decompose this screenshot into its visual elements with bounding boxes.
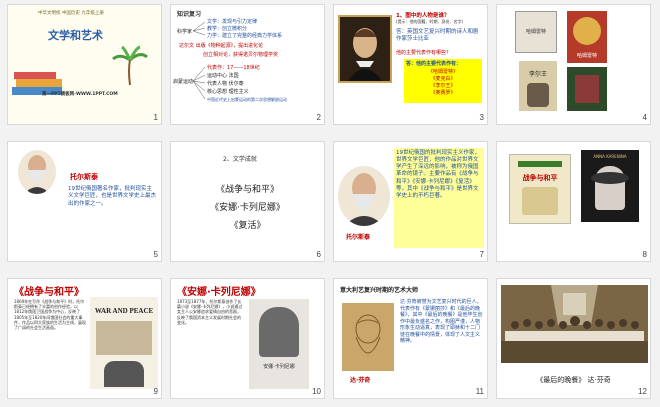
footer-text: 第一PPT模板网-WWW.1PPT.COM <box>42 92 118 97</box>
slide-number: 8 <box>642 250 647 259</box>
slide-title: 文学和艺术 <box>48 29 103 42</box>
name-label: 托尔斯泰 <box>70 173 98 181</box>
slide-heading: 意大利艺复兴时期的艺术大师 <box>340 287 419 294</box>
shakespeare-portrait <box>338 15 392 83</box>
caption: 达·芬奇 <box>350 377 371 384</box>
slide-number: 1 <box>153 113 158 122</box>
work-item: 《哈姆雷特》 <box>427 69 458 75</box>
description: 达·芬奇被誉为文艺复兴时代的巨人，代表作有《蒙娜丽莎》和《最后的晚餐》，其中《最… <box>400 299 483 344</box>
row-4: 达尔文 出版《物种起源》，提出进化论 <box>179 43 264 49</box>
slide-number: 11 <box>475 387 484 396</box>
book-cover-anna-karenina: ANNA KARENINA <box>581 150 639 222</box>
tree-diagram: 科学家 启蒙运动 文学：发现与引力定律 教学：创立微积分 力学：建立了完整的经典… <box>173 17 323 117</box>
book-cover-3: 李尔王 <box>519 61 557 111</box>
work-item: 《李尔王》 <box>430 83 456 89</box>
branch-label-scientist: 科学家 <box>177 29 193 35</box>
slide-number: 12 <box>638 387 647 396</box>
palm-tree-icon <box>110 45 150 89</box>
slide-title: 《战争与和平》 <box>14 287 84 298</box>
row-1: 文学：发现与引力定律 <box>207 19 258 25</box>
work-title: 《安娜·卡列尼娜》 <box>210 203 285 213</box>
slide-number: 2 <box>316 113 321 122</box>
slide-thumbnail-2[interactable]: 知识复习 科学家 启蒙运动 文学：发现与引力定律 教学：创立微积分 力学：建立了… <box>170 4 325 125</box>
slide-thumbnail-10[interactable]: 《安娜·卡列尼娜》 1873至1877年，托尔斯泰创作了长篇小说《安娜·卡列尼娜… <box>170 278 325 399</box>
row-8: 代表人物 伏尔泰 <box>207 81 244 87</box>
slide-thumbnail-8[interactable]: 战争与和平 ANNA KARENINA 8 <box>496 141 651 262</box>
book-cover-2: 哈姆雷特 <box>567 11 607 63</box>
slide-title: 《安娜·卡列尼娜》 <box>177 287 261 298</box>
book-cover-war-and-peace: 战争与和平 <box>509 154 571 224</box>
work-item: 《麦克白》 <box>430 76 456 82</box>
slide-number: 4 <box>642 113 647 122</box>
slide-thumbnail-3[interactable]: 1、图中的人物是谁？ (提示：他的国籍、时期、身份、名字) 答：英国文艺复兴时期… <box>333 4 488 125</box>
work-item: 《奥赛罗》 <box>430 90 456 96</box>
slide-thumbnail-4[interactable]: 哈姆雷特 哈姆雷特 李尔王 4 <box>496 4 651 125</box>
question-2: 他的主要代表作有哪些？ <box>396 50 452 56</box>
tolstoy-portrait <box>338 166 390 226</box>
branch-label-enlightenment: 启蒙运动 <box>173 79 194 85</box>
davinci-portrait <box>342 303 394 371</box>
description: 19世纪俄国著名作家，批判现实主义文学巨匠，也是世界文学史上最杰出的作家之一。 <box>68 186 157 207</box>
slide-number: 7 <box>479 250 484 259</box>
book-cover-1: 哈姆雷特 <box>515 11 557 53</box>
description: 1869年在写作《战争与和平》时，托尔斯泰已经拥有了丰富的创作经验，以1812年… <box>14 299 86 330</box>
description: 1873至1877年，托尔斯泰创作了长篇小说《安娜·卡列尼娜》，小说通过女主人公… <box>177 299 243 325</box>
book-cover-4 <box>567 67 607 111</box>
slide-thumbnail-9[interactable]: 《战争与和平》 1869年在写作《战争与和平》时，托尔斯泰已经拥有了丰富的创作经… <box>7 278 162 399</box>
row-3: 力学：建立了完整的经典力学体系 <box>207 33 283 39</box>
slide-number: 6 <box>316 250 321 259</box>
slide-thumbnail-11[interactable]: 意大利艺复兴时期的艺术大师 达·芬奇 达·芬奇被誉为文艺复兴时代的巨人，代表作有… <box>333 278 488 399</box>
works-box: 答：他的主要代表作有： 《哈姆雷特》 《麦克白》 《李尔王》 《奥赛罗》 <box>404 59 482 103</box>
slide-thumbnail-12[interactable]: 《最后的晚餐》 达·芬奇 12 <box>496 278 651 399</box>
slide-thumbnail-5[interactable]: 托尔斯泰 19世纪俄国著名作家，批判现实主义文学巨匠，也是世界文学史上最杰出的作… <box>7 141 162 262</box>
row-9: 核心思想 理性主义 <box>207 89 249 95</box>
work-title: 《复活》 <box>229 221 266 231</box>
works-heading: 答：他的主要代表作有： <box>406 61 462 67</box>
last-supper-painting <box>501 285 648 363</box>
slide-number: 3 <box>479 113 484 122</box>
question-1: 1、图中的人物是谁？ <box>396 13 450 19</box>
movie-poster: WAR AND PEACE <box>90 297 158 389</box>
row-5: 创立相对论，获得诺贝尔物理学奖 <box>203 52 279 58</box>
row-2: 教学：创立微积分 <box>207 26 248 32</box>
caption: 《最后的晚餐》 达·芬奇 <box>536 376 611 384</box>
slide-thumbnail-1[interactable]: 中华文明统 中国历史 九年级上册 文学和艺术 第一PPT模板网-WWW.1PPT… <box>7 4 162 125</box>
description: 19世纪俄国的批判现实主义作家，世界文学巨匠，他的作品对世界文学产生了深远的影响… <box>394 148 484 248</box>
name-label: 托尔斯泰 <box>346 234 371 241</box>
work-title: 《战争与和平》 <box>215 185 279 195</box>
question-1-hint: (提示：他的国籍、时期、身份、名字) <box>396 19 464 24</box>
header-line: 中华文明统 中国历史 九年级上册 <box>38 11 104 16</box>
slide-number: 9 <box>153 387 158 396</box>
answer-1: 答：英国文艺复兴时期的诗人和剧作家莎士比亚 <box>396 29 479 42</box>
slide-number: 5 <box>153 250 158 259</box>
slide-thumbnail-7[interactable]: 托尔斯泰 19世纪俄国的批判现实主义作家，世界文学巨匠，他的作品对世界文学产生了… <box>333 141 488 262</box>
row-10: 中国近代史上启蒙运动的第二次思想解放运动 <box>207 97 287 102</box>
tolstoy-portrait <box>18 150 56 194</box>
row-7: 运动中心 法国 <box>207 73 239 79</box>
row-6: 代表作：17——18世纪 <box>207 65 260 71</box>
slide-number: 10 <box>312 387 321 396</box>
book-cover: 安娜·卡列尼娜 <box>249 299 309 389</box>
slide-thumbnail-6[interactable]: 2、文学成就 《战争与和平》 《安娜·卡列尼娜》 《复活》 6 <box>170 141 325 262</box>
section-heading: 2、文学成就 <box>223 156 257 163</box>
